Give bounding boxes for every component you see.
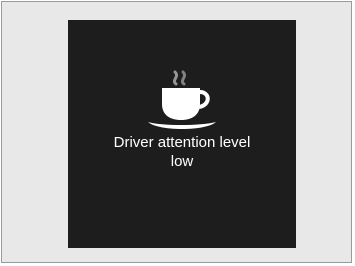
coffee-cup-icon	[148, 70, 216, 129]
display-frame: Driver attention level low	[1, 1, 352, 263]
driver-attention-message: Driver attention level low	[68, 133, 296, 171]
message-line-1: Driver attention level	[113, 134, 251, 151]
message-line-2: low	[170, 153, 194, 170]
instrument-display: Driver attention level low	[68, 20, 296, 248]
